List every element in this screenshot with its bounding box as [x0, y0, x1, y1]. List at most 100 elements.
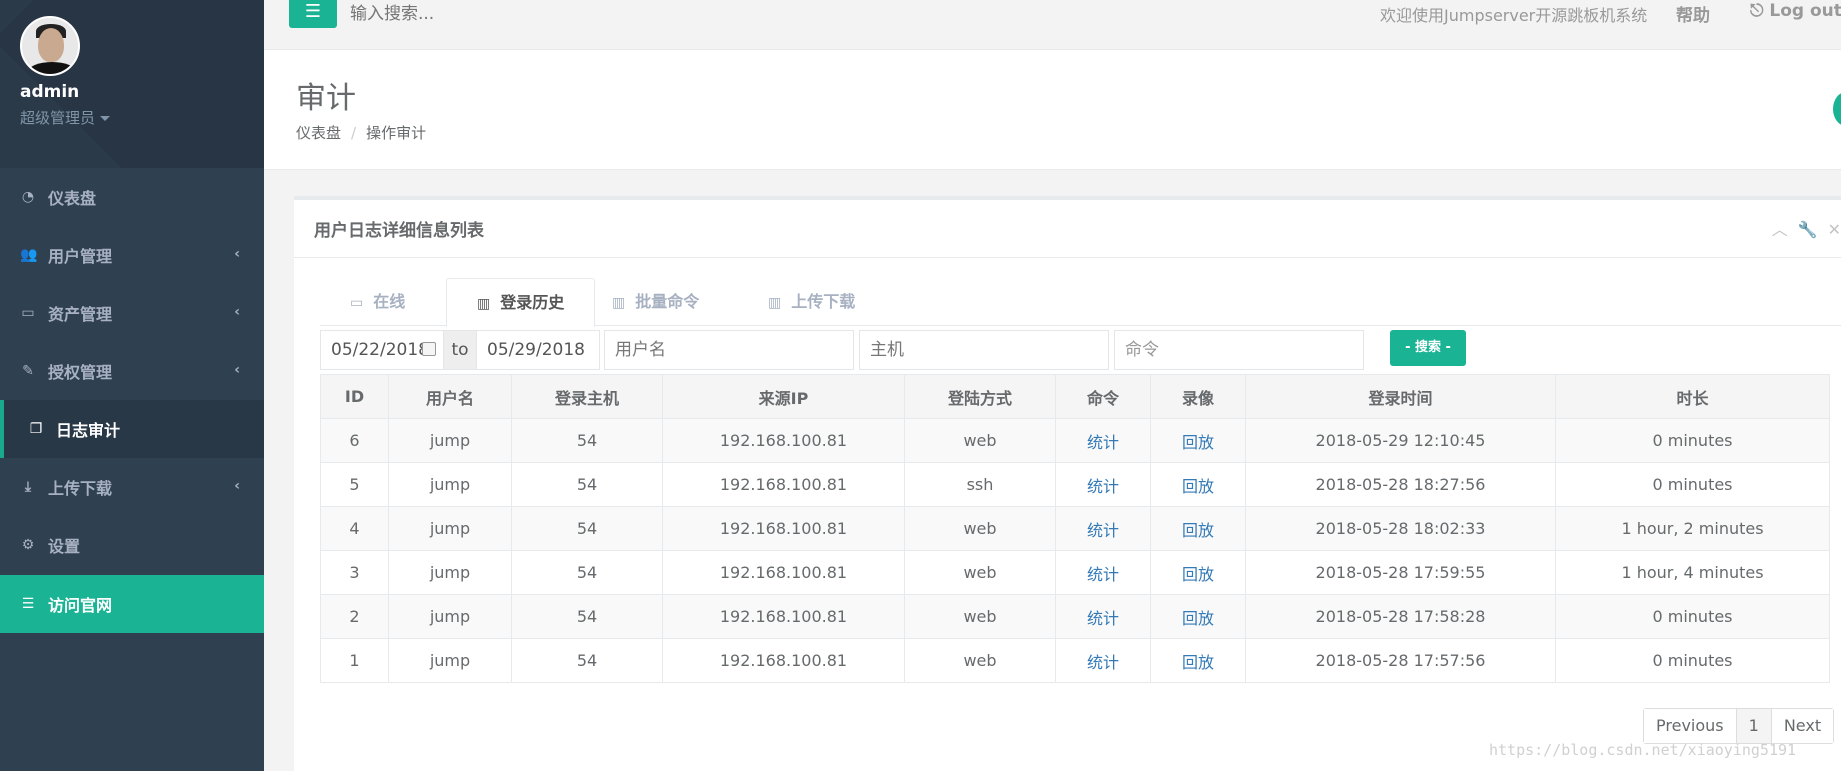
cell-duration: 1 hour, 4 minutes: [1555, 550, 1830, 595]
cell-id: 1: [320, 638, 389, 683]
nav-item-dashboard[interactable]: ◔ 仪表盘: [0, 168, 264, 226]
tab-label: 登录历史: [500, 293, 565, 312]
col-source-ip[interactable]: 来源IP: [662, 374, 905, 419]
copy-icon: ❐: [29, 421, 43, 437]
cell-host: 54: [511, 638, 663, 683]
host-input[interactable]: 主机: [859, 330, 1109, 370]
command-placeholder: 命令: [1125, 340, 1159, 360]
nav-label: 授权管理: [48, 363, 113, 382]
tab-login-history[interactable]: ▥ 登录历史: [446, 278, 596, 327]
replay-link[interactable]: 回放: [1150, 418, 1246, 463]
breadcrumb-dashboard[interactable]: 仪表盘: [296, 124, 341, 142]
breadcrumb-separator: /: [351, 124, 357, 142]
pagination-page-1[interactable]: 1: [1736, 709, 1772, 743]
database-icon: ☰: [21, 596, 35, 612]
date-to-input[interactable]: 05/29/2018: [476, 330, 600, 370]
wrench-icon[interactable]: 🔧: [1798, 220, 1818, 239]
host-placeholder: 主机: [870, 340, 904, 360]
pagination-next[interactable]: Next: [1771, 709, 1834, 743]
menu-toggle-button[interactable]: ☰: [289, 0, 337, 28]
replay-link[interactable]: 回放: [1150, 506, 1246, 551]
search-input[interactable]: [350, 0, 750, 28]
col-login-time[interactable]: 登录时间: [1245, 374, 1556, 419]
cell-source-ip: 192.168.100.81: [662, 462, 905, 507]
chevron-left-icon: ‹: [234, 246, 240, 262]
cell-login-type: web: [904, 418, 1056, 463]
users-icon: 👥: [20, 247, 38, 263]
cell-duration: 0 minutes: [1555, 418, 1830, 463]
command-input[interactable]: 命令: [1114, 330, 1364, 370]
col-replay[interactable]: 录像: [1150, 374, 1246, 419]
cell-source-ip: 192.168.100.81: [662, 418, 905, 463]
nav-item-audit[interactable]: ❐ 日志审计: [0, 400, 264, 458]
pagination-previous[interactable]: Previous: [1644, 709, 1737, 743]
cell-username: jump: [388, 550, 512, 595]
date-range-to: to: [444, 330, 476, 370]
cell-id: 6: [320, 418, 389, 463]
nav-item-assets[interactable]: ▭ 资产管理 ‹: [0, 284, 264, 342]
nav-item-users[interactable]: 👥 用户管理 ‹: [0, 226, 264, 284]
table-row: 6 jump 54 192.168.100.81 web 统计 回放 2018-…: [320, 418, 1830, 463]
cell-id: 4: [320, 506, 389, 551]
cell-login-time: 2018-05-28 17:58:28: [1245, 594, 1556, 639]
pagination: Previous 1 Next: [1643, 708, 1835, 744]
logout-link[interactable]: ⎋ Log out: [1750, 1, 1841, 21]
cell-host: 54: [511, 506, 663, 551]
replay-link[interactable]: 回放: [1150, 638, 1246, 683]
nav-label: 资产管理: [48, 305, 113, 324]
col-host[interactable]: 登录主机: [511, 374, 663, 419]
admin-role-dropdown[interactable]: 超级管理员: [20, 107, 111, 128]
cell-username: jump: [388, 506, 512, 551]
stats-link[interactable]: 统计: [1055, 638, 1151, 683]
tab-online[interactable]: ▭ 在线: [320, 278, 435, 326]
tab-label: 在线: [373, 292, 406, 311]
chevron-up-icon[interactable]: ︿: [1772, 220, 1788, 239]
tab-batch-commands[interactable]: ▥ 批量命令: [582, 278, 729, 326]
gears-icon: ⚙: [21, 537, 35, 553]
stats-link[interactable]: 统计: [1055, 550, 1151, 595]
replay-link[interactable]: 回放: [1150, 550, 1246, 595]
date-from-value: 05/22/2018: [331, 340, 429, 360]
col-id[interactable]: ID: [320, 374, 389, 419]
welcome-text: 欢迎使用Jumpserver开源跳板机系统: [1380, 6, 1648, 25]
nav-label: 日志审计: [56, 421, 121, 440]
hdd-icon: ▭: [21, 305, 35, 321]
log-panel: 用户日志详细信息列表 ︿ 🔧 ✕ ▭ 在线 ▥ 登录历史 ▥ 批量命令 ▥ 上传下载 05/…: [294, 196, 1841, 771]
nav-item-upload-download[interactable]: ⤓ 上传下载 ‹: [0, 458, 264, 516]
table-row: 2 jump 54 192.168.100.81 web 统计 回放 2018-…: [320, 594, 1830, 639]
tab-label: 批量命令: [635, 292, 700, 311]
hamburger-icon: ☰: [304, 1, 322, 22]
sidebar: admin 超级管理员 ◔ 仪表盘 👥 用户管理 ‹ ▭ 资产管理 ‹ ✎ 授权管理 ‹…: [0, 0, 264, 771]
cell-host: 54: [511, 462, 663, 507]
stats-link[interactable]: 统计: [1055, 594, 1151, 639]
bar-chart-icon: ▥: [612, 295, 626, 311]
avatar[interactable]: [20, 16, 80, 76]
stats-link[interactable]: 统计: [1055, 462, 1151, 507]
username-input[interactable]: 用户名: [604, 330, 854, 370]
topbar: ☰ 欢迎使用Jumpserver开源跳板机系统 帮助 ⎋ Log out: [264, 0, 1841, 50]
cell-duration: 0 minutes: [1555, 594, 1830, 639]
nav-item-permissions[interactable]: ✎ 授权管理 ‹: [0, 342, 264, 400]
cell-host: 54: [511, 418, 663, 463]
stats-link[interactable]: 统计: [1055, 506, 1151, 551]
page-title: 审计: [296, 81, 356, 116]
col-duration[interactable]: 时长: [1555, 374, 1830, 419]
nav-item-official-site[interactable]: ☰ 访问官网: [0, 575, 264, 633]
col-command[interactable]: 命令: [1055, 374, 1151, 419]
cell-login-time: 2018-05-28 18:27:56: [1245, 462, 1556, 507]
cell-duration: 1 hour, 2 minutes: [1555, 506, 1830, 551]
edge-button[interactable]: [1833, 92, 1841, 126]
stats-link[interactable]: 统计: [1055, 418, 1151, 463]
col-login-type[interactable]: 登陆方式: [904, 374, 1056, 419]
admin-role-label: 超级管理员: [20, 109, 96, 127]
search-button[interactable]: - 搜索 -: [1390, 330, 1466, 366]
tab-upload-download[interactable]: ▥ 上传下载: [738, 278, 885, 326]
nav-item-settings[interactable]: ⚙ 设置: [0, 516, 264, 574]
col-username[interactable]: 用户名: [388, 374, 512, 419]
panel-tools: ︿ 🔧 ✕: [1762, 216, 1841, 240]
cell-login-type: web: [904, 638, 1056, 683]
replay-link[interactable]: 回放: [1150, 462, 1246, 507]
replay-link[interactable]: 回放: [1150, 594, 1246, 639]
help-link[interactable]: 帮助: [1676, 1, 1710, 26]
close-icon[interactable]: ✕: [1828, 220, 1841, 239]
